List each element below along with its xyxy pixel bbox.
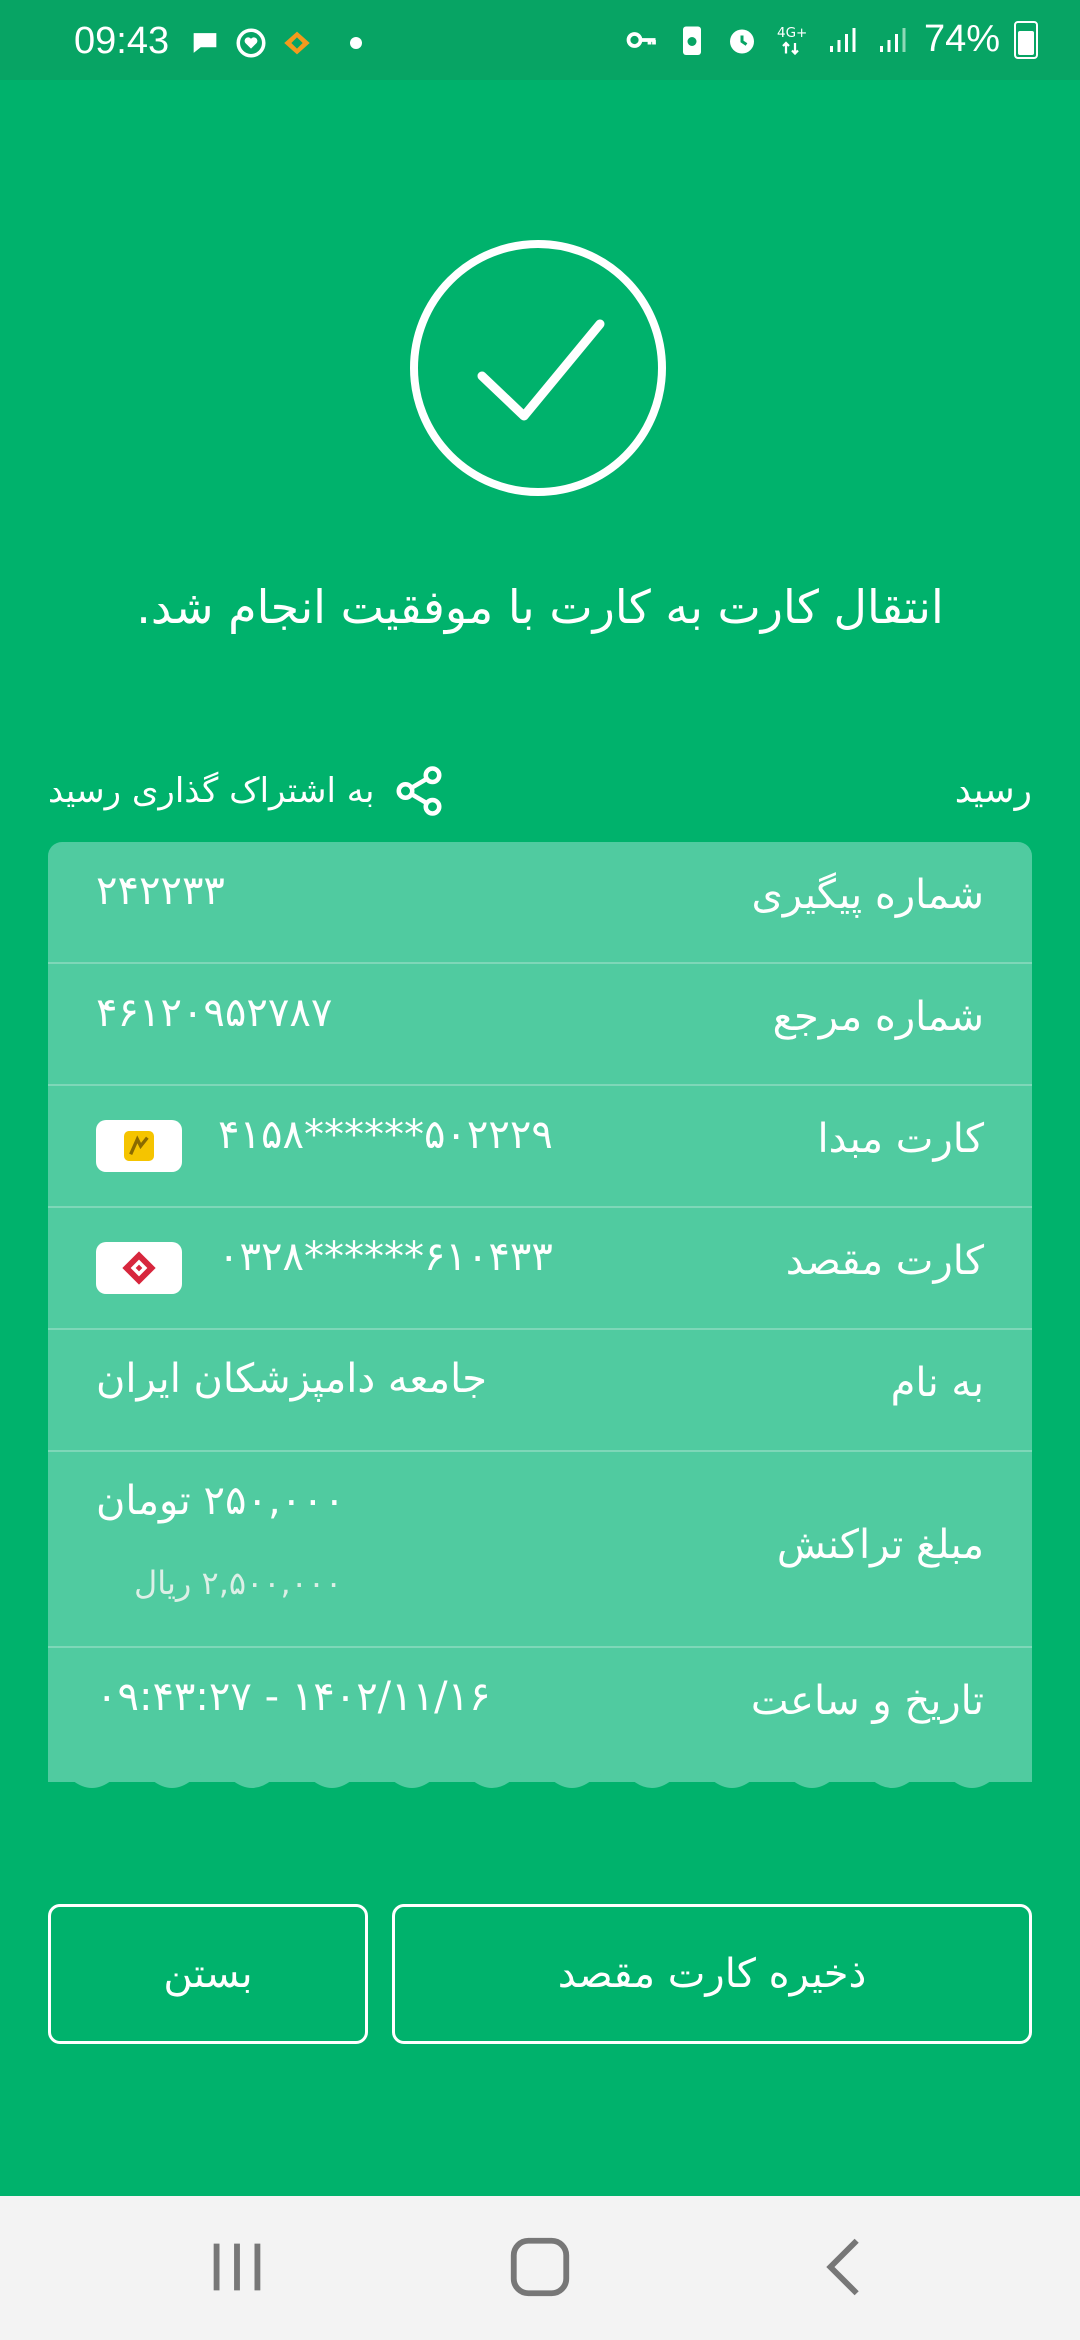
signal-icon <box>879 27 906 52</box>
receipt-card: شماره پیگیری ۲۴۲۲۳۳ شماره مرجع ۴۶۱۲۰۹۵۲۷… <box>48 842 1032 1782</box>
alarm-icon <box>729 29 754 53</box>
row-source-card: کارت مبدا ۵۰۲۲۲۹******۴۱۵۸ <box>48 1086 1032 1208</box>
system-nav-bar <box>0 2196 1080 2340</box>
row-value: ۲۴۲۲۳۳ <box>96 868 225 914</box>
signal-icon <box>829 27 856 52</box>
heart-shield-icon <box>236 28 266 58</box>
row-key: کارت مقصد <box>785 1238 984 1284</box>
row-key: به نام <box>890 1360 984 1406</box>
home-icon[interactable] <box>505 2232 575 2302</box>
orange-logo-icon <box>284 31 310 55</box>
share-receipt-button[interactable]: به اشتراک گذاری رسید <box>48 764 446 818</box>
receipt-wave-edge <box>48 1760 1032 1788</box>
battery-icon <box>1014 20 1038 59</box>
row-transaction-amount: مبلغ تراکنش ۲۵۰,۰۰۰ تومان ۲,۵۰۰,۰۰۰ ریال <box>48 1452 1032 1648</box>
battery-percent: 74% <box>923 18 1000 60</box>
check-circle-icon <box>410 240 666 496</box>
status-icons-left <box>188 26 362 60</box>
row-value: ۶۱۰۴۳۳******۰۳۲۸ <box>218 1234 553 1280</box>
receipt-label: رسید <box>954 770 1032 811</box>
row-value: ۴۶۱۲۰۹۵۲۷۸۷ <box>96 990 333 1036</box>
row-key: شماره پیگیری <box>751 872 984 918</box>
status-icons-right: 4G+ 74% <box>624 18 1038 61</box>
row-destination-card: کارت مقصد ۶۱۰۴۳۳******۰۳۲۸ <box>48 1208 1032 1330</box>
row-key: تاریخ و ساعت <box>750 1678 984 1724</box>
row-key: شماره مرجع <box>772 994 984 1040</box>
row-tracking-number: شماره پیگیری ۲۴۲۲۳۳ <box>48 842 1032 964</box>
back-icon[interactable] <box>810 2232 880 2302</box>
row-recipient-name: به نام جامعه دامپزشکان ایران <box>48 1330 1032 1452</box>
message-icon <box>193 33 217 53</box>
row-date-time: تاریخ و ساعت ۱۴۰۲/۱۱/۱۶ - ۰۹:۴۳:۲۷ <box>48 1648 1032 1768</box>
row-value: ۱۴۰۲/۱۱/۱۶ - ۰۹:۴۳:۲۷ <box>96 1674 491 1720</box>
row-value: جامعه دامپزشکان ایران <box>96 1356 487 1402</box>
4g-icon: 4G+ <box>777 25 807 55</box>
svg-text:4G+: 4G+ <box>777 25 807 41</box>
row-reference-number: شماره مرجع ۴۶۱۲۰۹۵۲۷۸۷ <box>48 964 1032 1086</box>
row-value: ۲۵۰,۰۰۰ تومان <box>96 1478 346 1524</box>
row-key: مبلغ تراکنش <box>776 1522 984 1568</box>
close-button[interactable]: بستن <box>48 1904 368 2044</box>
row-key: کارت مبدا <box>817 1116 984 1162</box>
success-message: انتقال کارت به کارت با موفقیت انجام شد. <box>136 580 944 634</box>
row-value: ۵۰۲۲۲۹******۴۱۵۸ <box>218 1112 553 1158</box>
share-label: به اشتراک گذاری رسید <box>48 771 375 811</box>
recent-apps-icon[interactable] <box>202 2232 272 2302</box>
amount-rial: ۲,۵۰۰,۰۰۰ ریال <box>134 1564 343 1602</box>
status-time: 09:43 <box>74 20 170 62</box>
receipt-header: رسید به اشتراک گذاری رسید <box>48 758 1032 828</box>
source-bank-logo-icon <box>96 1120 182 1172</box>
save-destination-card-button[interactable]: ذخیره کارت مقصد <box>392 1904 1032 2044</box>
status-bar: 09:43 4G+ 74% <box>0 0 1080 80</box>
key-icon <box>626 31 656 48</box>
destination-bank-logo-icon <box>96 1242 182 1294</box>
share-icon <box>396 766 442 816</box>
recycle-battery-icon <box>682 26 701 55</box>
status-dot <box>350 37 362 49</box>
